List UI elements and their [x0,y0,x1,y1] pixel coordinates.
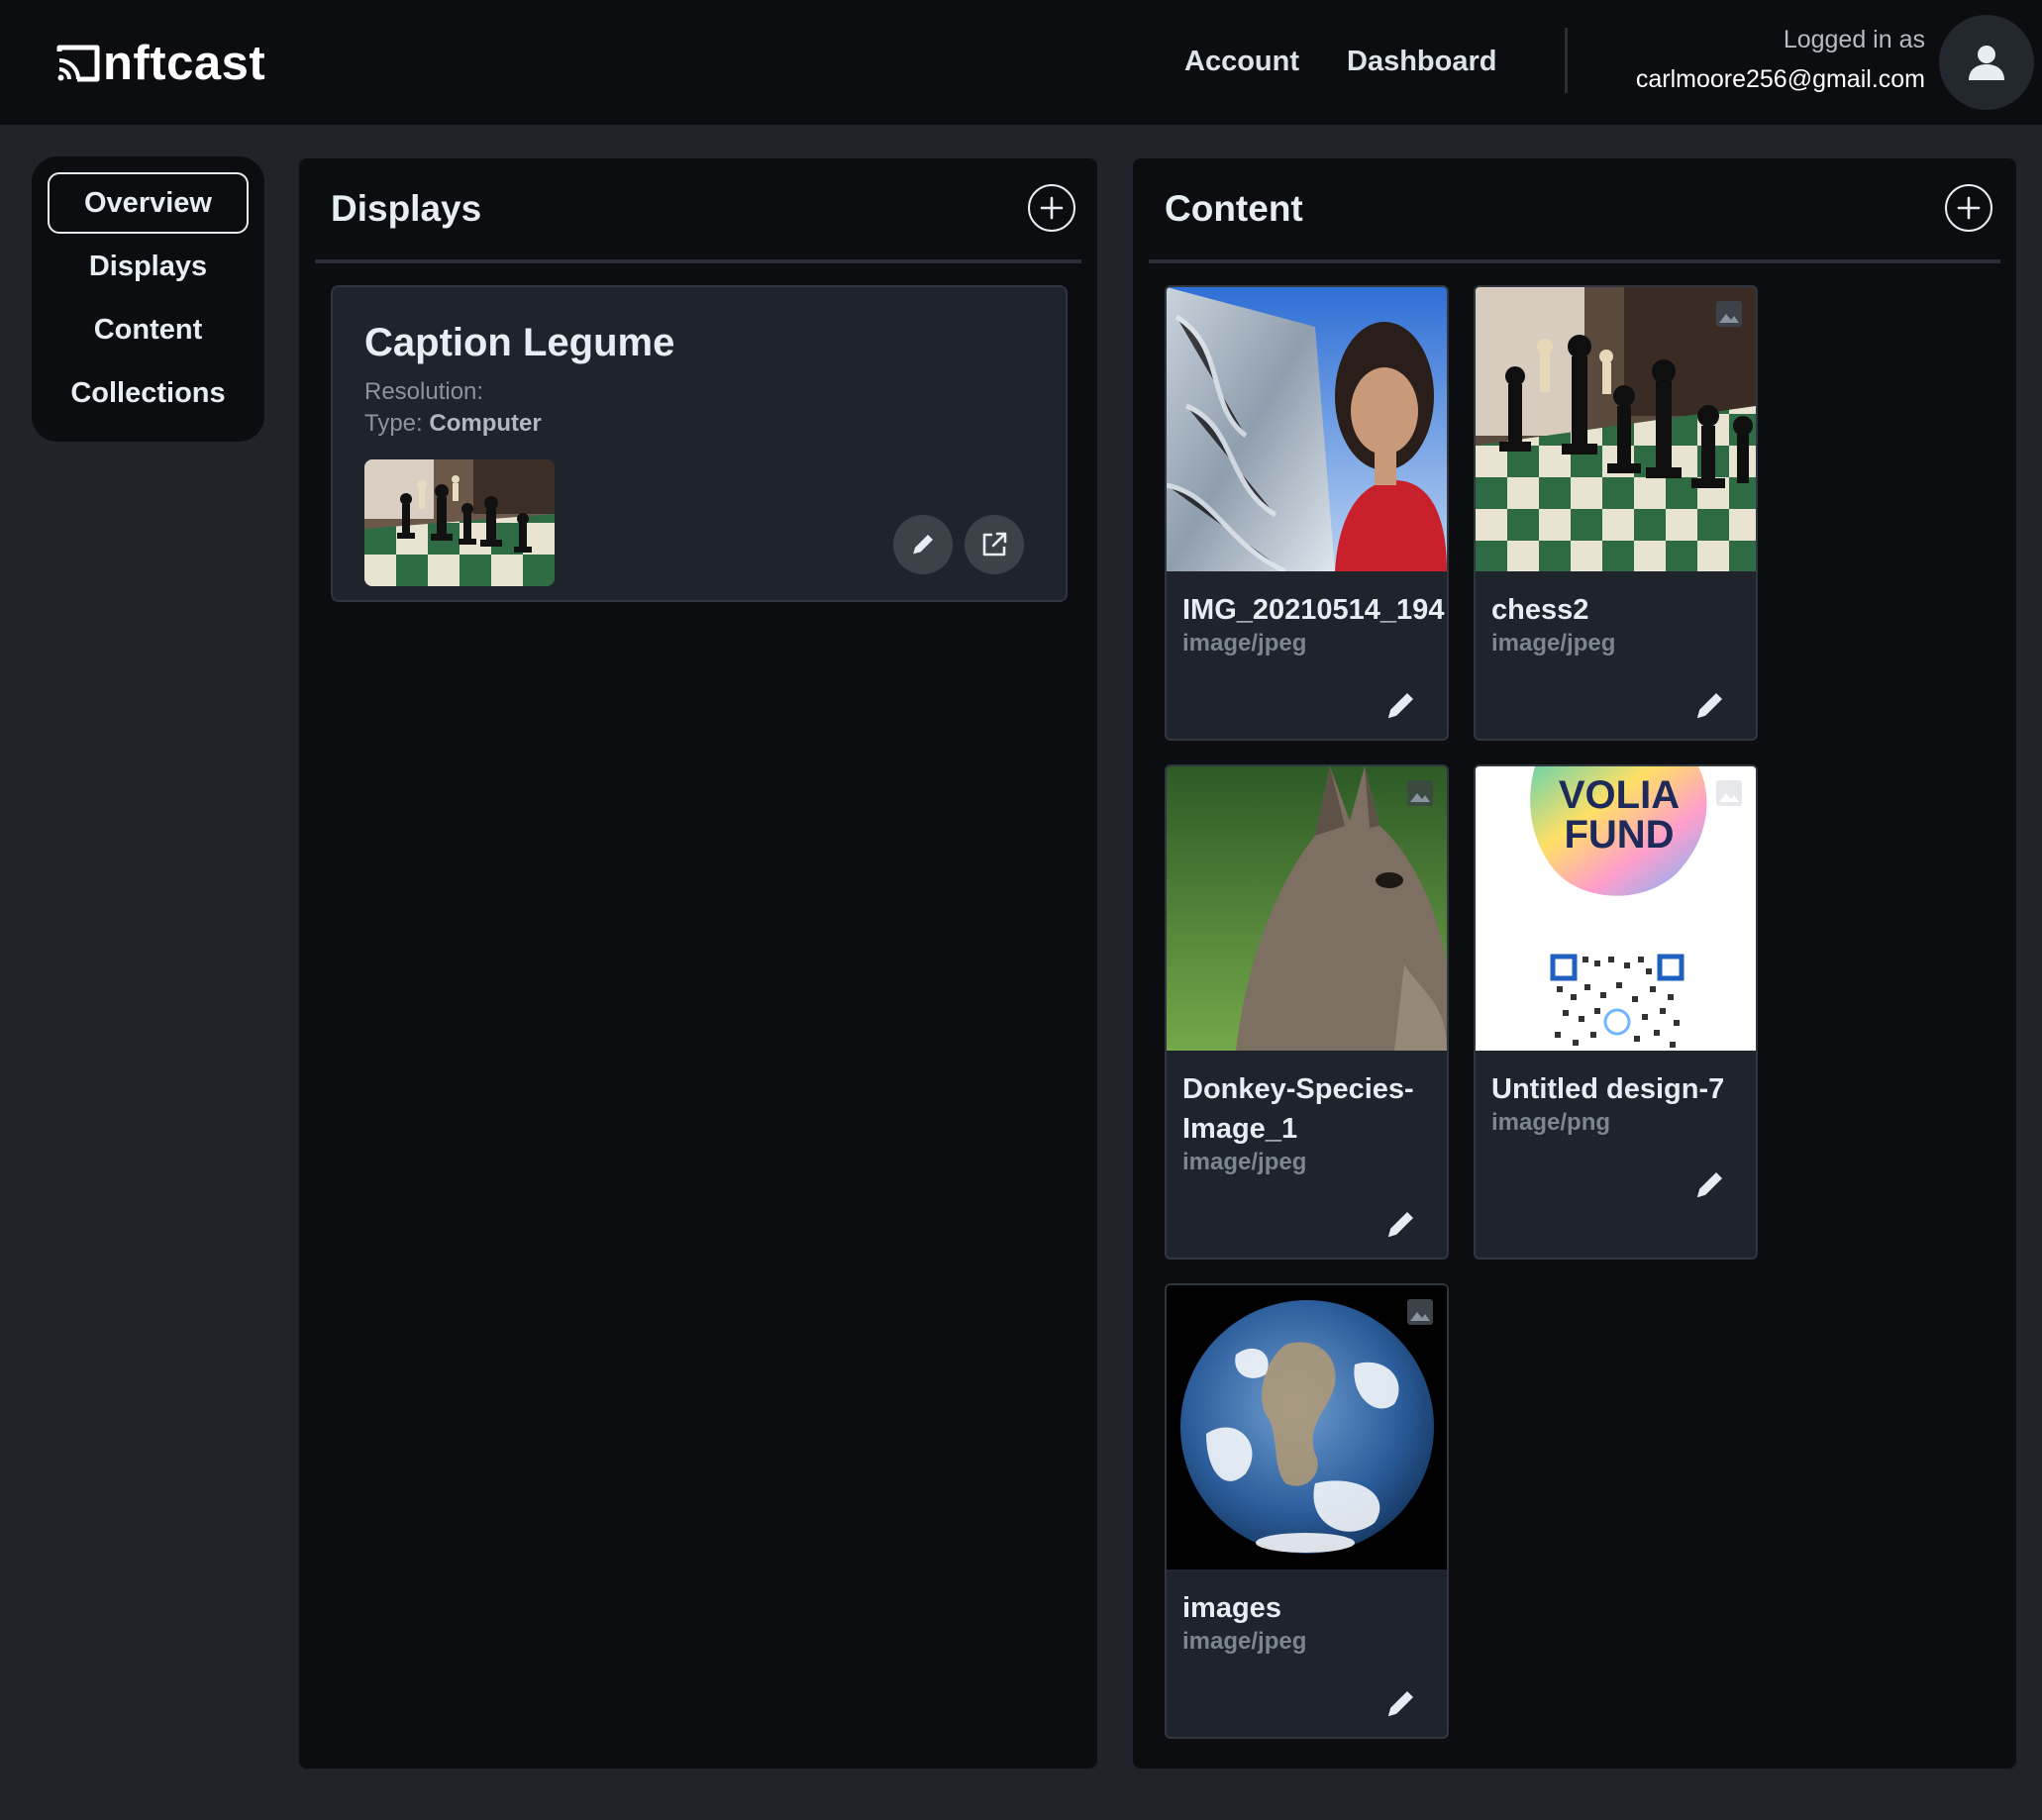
content-title: Content [1165,188,1303,229]
user-email: carlmoore256@gmail.com [1635,65,1925,93]
displays-title: Displays [331,188,482,229]
content-name: IMG_20210514_194 [1182,594,1445,626]
avatar[interactable] [1939,15,2034,110]
edit-icon[interactable] [1692,687,1728,723]
logged-in-label: Logged in as [1783,26,1925,53]
image-type-icon [1407,780,1433,806]
content-card[interactable]: IMG_20210514_194 image/jpeg [1165,285,1449,741]
content-thumbnail: VOLIA FUND [1476,766,1756,1051]
content-thumbnail [1167,766,1447,1051]
content-divider [1149,259,2000,263]
open-display-button[interactable] [965,515,1024,574]
brand-name: nftcast [103,37,266,90]
image-type-icon [1407,1299,1433,1325]
add-content-button[interactable] [1945,184,1992,232]
nav-account-link[interactable]: Account [1184,40,1299,83]
plus-icon [1040,196,1064,220]
edit-icon[interactable] [1692,1166,1728,1202]
content-card[interactable]: images image/jpeg [1165,1283,1449,1739]
displays-divider [315,259,1081,263]
display-thumbnail [364,459,555,586]
content-name: images [1182,1592,1281,1624]
content-thumbnail [1476,287,1756,571]
content-card[interactable]: Donkey-Species-Image_1 image/jpeg [1165,764,1449,1260]
content-card[interactable]: VOLIA FUND Untitled design-7 image/png [1474,764,1758,1260]
display-name: Caption Legume [364,321,675,364]
edit-icon[interactable] [1383,1206,1419,1242]
sidebar: Overview Displays Content Collections [32,156,264,442]
content-name: Donkey-Species-Image_1 [1182,1073,1414,1145]
content-type: image/jpeg [1182,630,1307,657]
sidebar-item-collections[interactable]: Collections [48,362,249,424]
display-card[interactable]: Caption Legume Resolution: Type: Compute… [331,285,1068,602]
content-thumbnail [1167,287,1447,571]
nav-divider [1565,28,1568,93]
cast-icon [56,45,100,82]
thumb-text: FUND [1564,813,1674,857]
content-card[interactable]: chess2 image/jpeg [1474,285,1758,741]
edit-icon[interactable] [1383,1685,1419,1721]
edit-icon[interactable] [1383,687,1419,723]
displays-panel: Displays Caption Legume Resolution: Type… [297,156,1099,1770]
sidebar-item-content[interactable]: Content [48,299,249,360]
display-type: Type: Computer [364,410,542,437]
content-thumbnail [1167,1285,1447,1569]
image-type-icon [1716,301,1742,327]
content-name: chess2 [1491,594,1589,626]
edit-display-button[interactable] [893,515,953,574]
content-type: image/png [1491,1109,1611,1136]
pencil-icon [912,535,933,556]
content-type: image/jpeg [1182,1628,1307,1655]
content-type: image/jpeg [1491,630,1616,657]
content-panel: Content IMG_20210514_194 image/jpeg ches… [1131,156,2018,1770]
user-icon [1969,46,2004,80]
thumb-text: VOLIA [1559,773,1680,817]
image-type-icon [1716,780,1742,806]
external-link-icon [982,532,1007,556]
nav-dashboard-link[interactable]: Dashboard [1347,40,1496,83]
brand-logo[interactable]: nftcast [55,38,265,89]
top-navbar: nftcast Account Dashboard Logged in as c… [0,0,2042,125]
content-type: image/jpeg [1182,1149,1307,1175]
display-resolution: Resolution: [364,378,484,405]
content-name: Untitled design-7 [1491,1073,1725,1105]
sidebar-item-displays[interactable]: Displays [48,236,249,297]
sidebar-item-overview[interactable]: Overview [48,172,249,234]
plus-icon [1957,196,1981,220]
add-display-button[interactable] [1028,184,1075,232]
qr-code [1550,954,1685,1051]
